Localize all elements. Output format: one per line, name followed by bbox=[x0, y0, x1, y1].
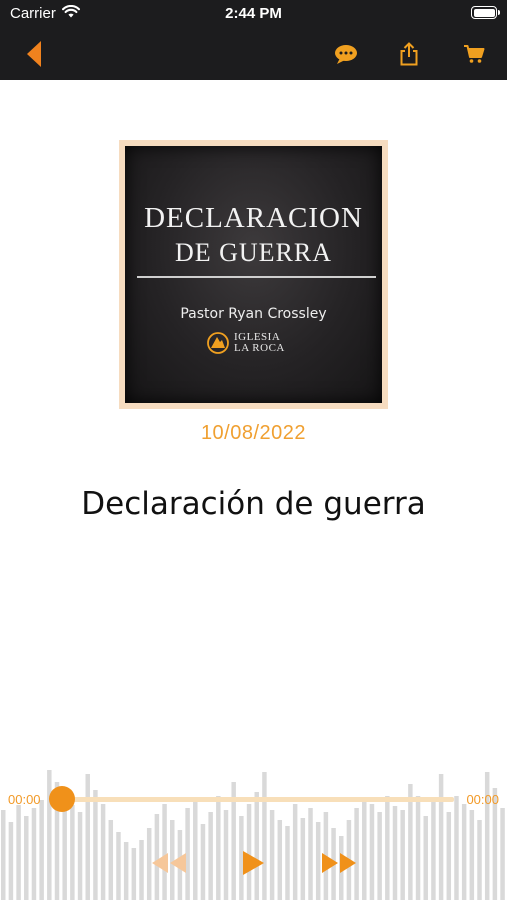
rewind-icon bbox=[152, 853, 186, 873]
artwork-divider bbox=[137, 276, 376, 278]
waveform-bar bbox=[500, 808, 505, 900]
waveform-bar bbox=[200, 824, 206, 900]
waveform-bar bbox=[461, 804, 467, 900]
back-button[interactable] bbox=[14, 28, 54, 80]
audio-waveform bbox=[1, 770, 505, 900]
play-button[interactable] bbox=[238, 848, 268, 878]
waveform-bar bbox=[93, 790, 98, 900]
waveform-bar bbox=[292, 804, 298, 900]
chat-bubble-icon bbox=[335, 44, 357, 64]
artwork-pastor-name: Pastor Ryan Crossley bbox=[180, 306, 327, 322]
waveform-bar bbox=[216, 796, 221, 900]
waveform-bar bbox=[47, 770, 52, 900]
waveform-bar bbox=[223, 810, 229, 900]
waveform-bar bbox=[24, 816, 29, 900]
waveform-bar bbox=[454, 796, 459, 900]
waveform-bar bbox=[377, 812, 382, 900]
fast-forward-icon bbox=[322, 853, 356, 873]
waveform-bar bbox=[385, 796, 390, 900]
cart-button[interactable] bbox=[456, 28, 492, 80]
waveform-bar bbox=[415, 796, 421, 900]
status-time: 2:44 PM bbox=[225, 5, 282, 22]
sermon-title: Declaración de guerra bbox=[81, 486, 426, 522]
waveform-bar bbox=[369, 804, 375, 900]
nav-bar bbox=[0, 28, 507, 80]
waveform-bar bbox=[123, 842, 129, 900]
share-icon bbox=[400, 42, 418, 66]
waveform-bar bbox=[285, 826, 290, 900]
waveform-bar bbox=[400, 810, 405, 900]
waveform-bar bbox=[262, 772, 267, 900]
waveform-bar bbox=[277, 820, 283, 900]
waveform-bar bbox=[308, 808, 313, 900]
waveform-bar bbox=[100, 804, 106, 900]
waveform-bar bbox=[193, 800, 198, 900]
mountain-logo-icon bbox=[207, 332, 229, 354]
fast-forward-button[interactable] bbox=[318, 848, 360, 878]
sermon-artwork: DECLARACION DE GUERRA Pastor Ryan Crossl… bbox=[119, 140, 388, 409]
waveform-bar bbox=[254, 792, 259, 900]
waveform-bar bbox=[423, 816, 428, 900]
waveform-bar bbox=[208, 812, 213, 900]
church-logo: IGLESIA LA ROCA bbox=[207, 332, 285, 354]
waveform-bar bbox=[269, 810, 275, 900]
back-chevron-icon bbox=[27, 41, 41, 67]
waveform-bar bbox=[39, 800, 44, 900]
waveform-bar bbox=[139, 840, 144, 900]
artwork-image: DECLARACION DE GUERRA Pastor Ryan Crossl… bbox=[125, 146, 382, 403]
chat-button[interactable] bbox=[328, 28, 364, 80]
waveform-bar bbox=[70, 805, 75, 900]
play-icon bbox=[243, 851, 264, 875]
waveform-bar bbox=[108, 820, 114, 900]
share-button[interactable] bbox=[391, 28, 427, 80]
player-progress-thumb[interactable] bbox=[49, 786, 75, 812]
cart-icon bbox=[464, 45, 485, 63]
artwork-title-line1: DECLARACION bbox=[144, 202, 363, 234]
waveform-bar bbox=[16, 805, 21, 900]
logo-text-line2: LA ROCA bbox=[234, 342, 285, 354]
player-progress-track[interactable] bbox=[58, 797, 454, 802]
waveform-bar bbox=[477, 820, 482, 900]
waveform-bar bbox=[300, 818, 306, 900]
waveform-bar bbox=[392, 806, 398, 900]
waveform-bar bbox=[431, 802, 436, 900]
status-bar: Carrier 2:44 PM bbox=[0, 0, 507, 28]
waveform-bar bbox=[77, 812, 83, 900]
waveform-bar bbox=[438, 774, 444, 900]
battery-icon bbox=[471, 6, 500, 19]
waveform-bar bbox=[362, 798, 367, 900]
total-time: 00:00 bbox=[466, 792, 499, 807]
sermon-date: 10/08/2022 bbox=[200, 422, 307, 444]
elapsed-time: 00:00 bbox=[8, 792, 41, 807]
waveform-bar bbox=[85, 774, 90, 900]
waveform-bar bbox=[131, 848, 137, 900]
waveform-bar bbox=[1, 810, 6, 900]
waveform-bar bbox=[8, 822, 14, 900]
waveform-bar bbox=[469, 810, 475, 900]
waveform-bar bbox=[446, 812, 452, 900]
waveform-bar bbox=[116, 832, 121, 900]
waveform-bar bbox=[31, 808, 37, 900]
rewind-button[interactable] bbox=[148, 848, 190, 878]
artwork-title-line2: DE GUERRA bbox=[174, 238, 333, 267]
